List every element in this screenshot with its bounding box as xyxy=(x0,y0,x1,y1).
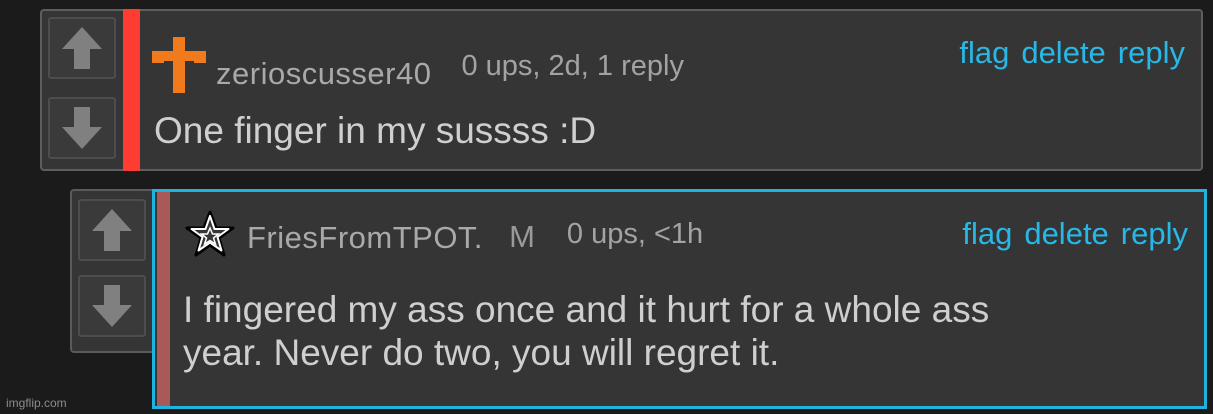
member-badge: M xyxy=(509,219,535,254)
comment-actions: flag delete reply xyxy=(959,35,1185,71)
comment-meta: 0 ups, 2d, 1 reply xyxy=(461,49,684,82)
username[interactable]: zerioscusser40 xyxy=(216,56,431,92)
reply-link[interactable]: reply xyxy=(1121,216,1188,252)
cross-icon xyxy=(152,37,206,93)
reply-link[interactable]: reply xyxy=(1118,35,1185,71)
vote-column xyxy=(42,11,122,169)
star-icon xyxy=(185,210,235,257)
highlighted-comment-body: FriesFromTPOT. M 0 ups, <1h flag delete … xyxy=(152,189,1207,409)
watermark: imgflip.com xyxy=(6,396,67,410)
comment-text-line: I fingered my ass once and it hurt for a… xyxy=(183,289,990,330)
comment-actions: flag delete reply xyxy=(962,216,1188,252)
arrow-down-icon xyxy=(92,285,132,327)
comment-meta: 0 ups, <1h xyxy=(566,217,704,250)
arrow-down-icon xyxy=(62,107,102,149)
comment-text: I fingered my ass once and it hurt for a… xyxy=(183,288,989,374)
vote-column xyxy=(72,191,152,351)
arrow-up-icon xyxy=(62,27,102,69)
comment-1: zerioscusser40 0 ups, 2d, 1 reply flag d… xyxy=(40,9,1203,171)
upvote-button[interactable] xyxy=(48,17,116,79)
comment-text-line: year. Never do two, you will regret it. xyxy=(183,332,780,373)
comment-accent-bar xyxy=(157,192,170,406)
comment-text: One finger in my sussss :D xyxy=(154,109,596,152)
username[interactable]: FriesFromTPOT. xyxy=(247,220,483,256)
comment-header: FriesFromTPOT. M 0 ups, <1h xyxy=(185,210,703,258)
delete-link[interactable]: delete xyxy=(1024,216,1108,252)
delete-link[interactable]: delete xyxy=(1021,35,1105,71)
comment-header: zerioscusser40 0 ups, 2d, 1 reply xyxy=(148,33,684,95)
flag-link[interactable]: flag xyxy=(959,35,1009,71)
arrow-up-icon xyxy=(92,209,132,251)
comment-accent-bar xyxy=(123,9,140,171)
comment-text-line: One finger in my sussss :D xyxy=(154,110,597,151)
flag-link[interactable]: flag xyxy=(962,216,1012,252)
downvote-button[interactable] xyxy=(78,275,146,337)
comment-2: FriesFromTPOT. M 0 ups, <1h flag delete … xyxy=(70,189,1207,409)
upvote-button[interactable] xyxy=(78,199,146,261)
downvote-button[interactable] xyxy=(48,97,116,159)
